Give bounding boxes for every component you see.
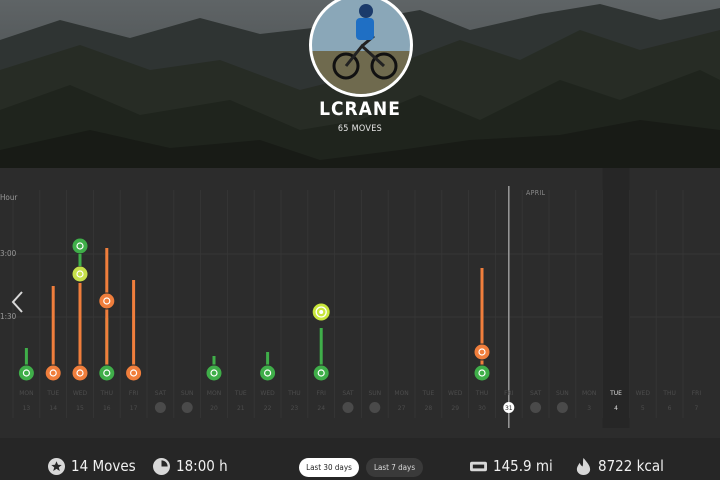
cycling-marker [71,364,89,382]
stat-duration-value: 18:00 h [176,457,228,475]
axis-label-3h: 3:00 [0,249,17,258]
username: LCRANE [319,98,401,120]
hiking-marker [312,364,330,382]
day-label: FRI [504,390,514,397]
weekend-dot [369,402,381,413]
date-label: 3 [587,405,591,412]
day-label: THU [287,390,301,397]
date-label: 5 [641,405,645,412]
weekend-dot [342,402,354,413]
day-label: WED [448,390,463,397]
activity-timeline: MON13TUE14WED15THU16FRI17SAT18SUN19MON20… [0,168,720,438]
stat-moves-value: 14 Moves [71,457,136,475]
summary-bar: 14 Moves 18:00 h Last 30 days Last 7 day… [0,438,720,480]
date-label: 22 [264,405,272,412]
cycling-marker [473,343,491,361]
day-label: WED [73,390,88,397]
weekend-dot [556,402,568,413]
day-label: TUE [609,390,622,397]
weekend-dot [154,402,166,413]
day-label: SUN [556,390,569,397]
date-label: 29 [451,405,459,412]
date-label: 13 [23,405,31,412]
previous-period-button[interactable] [10,290,30,318]
climbing-icon-center [319,310,324,314]
axis-label-hour: Hour [0,193,18,202]
day-label: WED [636,390,651,397]
date-label: 7 [694,405,698,412]
stat-distance: 145.9 mi [470,457,553,475]
date-label: 17 [130,405,138,412]
moves-count: 65 MOVES [337,124,383,134]
stat-calories: 8722 kcal [575,457,664,475]
cycling-marker [44,364,62,382]
day-label: SUN [181,390,194,397]
cycling-marker [125,364,143,382]
day-label: FRI [317,390,327,397]
day-label: SAT [530,390,542,397]
date-label: 21 [237,405,245,412]
day-label: SUN [368,390,381,397]
day-label: THU [475,390,489,397]
hiking-marker [17,364,35,382]
date-label: 30 [478,405,486,412]
tab-last-7-days[interactable]: Last 7 days [366,458,423,477]
hiking-marker [473,364,491,382]
tab-last-30-days[interactable]: Last 30 days [299,458,359,477]
date-label: 4 [614,405,618,412]
date-label: 24 [317,405,325,412]
day-label: MON [207,390,221,397]
date-label: 28 [425,405,433,412]
skating-marker [71,265,89,283]
stat-calories-value: 8722 kcal [598,457,664,475]
star-icon [48,457,65,475]
day-label: SAT [342,390,354,397]
hiking-marker [259,364,277,382]
profile-header: LCRANE 65 MOVES [0,0,720,168]
month-label: APRIL [526,189,546,197]
day-label: MON [582,390,596,397]
hiking-marker [205,364,223,382]
day-label: WED [260,390,275,397]
stat-duration: 18:00 h [153,457,228,475]
day-label: SAT [155,390,167,397]
date-label: 20 [210,405,218,412]
day-label: FRI [692,390,702,397]
cyclist-photo [312,0,410,94]
date-label: 27 [398,405,406,412]
day-label: THU [662,390,676,397]
clock-icon [153,457,170,475]
stat-moves: 14 Moves [48,457,136,475]
selected-date-label: 31 [505,405,513,412]
day-label: MON [394,390,408,397]
hiking-marker [71,237,89,255]
timeline-chart: MON13TUE14WED15THU16FRI17SAT18SUN19MON20… [0,168,720,428]
day-label: MON [19,390,33,397]
weekend-dot [181,402,193,413]
stat-distance-value: 145.9 mi [493,457,553,475]
date-label: 6 [668,405,672,412]
date-label: 14 [49,405,57,412]
hiking-marker [98,364,116,382]
flame-icon [576,457,591,475]
chevron-left-icon [11,291,23,313]
day-label: THU [100,390,114,397]
cycling-marker [98,292,116,310]
weekend-dot [530,402,542,413]
day-label: FRI [129,390,139,397]
day-label: TUE [421,390,434,397]
date-label: 23 [291,405,299,412]
date-label: 16 [103,405,111,412]
day-label: TUE [234,390,247,397]
date-label: 15 [76,405,84,412]
today-column [602,168,630,428]
day-label: TUE [46,390,59,397]
avatar[interactable] [312,0,410,94]
distance-icon [470,461,487,471]
